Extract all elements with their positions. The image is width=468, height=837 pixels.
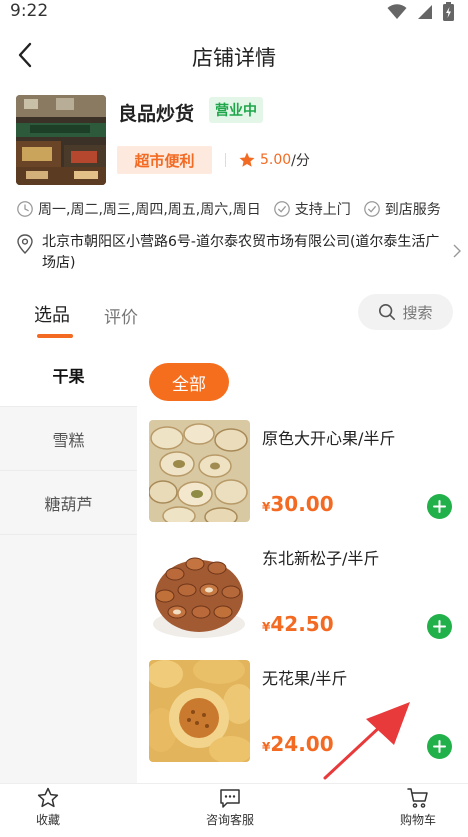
tab-products[interactable]: 选品 <box>34 301 70 327</box>
category-sidebar: 干果 雪糕 糖葫芦 <box>0 343 137 783</box>
sidebar-item-dried-fruit[interactable]: 干果 <box>0 343 137 407</box>
product-name: 原色大开心果/半斤 <box>262 429 396 448</box>
search-icon <box>379 303 396 321</box>
wifi-icon <box>387 3 407 19</box>
divider <box>225 153 226 167</box>
sidebar-item-candied-haws[interactable]: 糖葫芦 <box>0 471 137 535</box>
star-outline-icon <box>37 787 59 808</box>
price-value: 30.00 <box>270 492 334 516</box>
rating: 5.00 /分 <box>238 150 310 170</box>
customer-service-label: 咨询客服 <box>205 813 254 827</box>
cart-label: 购物车 <box>399 813 436 827</box>
add-to-cart-button[interactable] <box>427 734 452 759</box>
service-home: 支持上门 <box>273 199 351 219</box>
customer-service-button[interactable]: 咨询客服 <box>190 786 270 828</box>
sidebar-item-ice-cream[interactable]: 雪糕 <box>0 407 137 471</box>
product-price: ¥30.00 <box>262 492 334 516</box>
service-store: 到店服务 <box>363 199 441 219</box>
product-name: 无花果/半斤 <box>262 669 348 688</box>
product-price: ¥24.00 <box>262 732 334 756</box>
signal-icon <box>418 4 432 19</box>
address-text: 北京市朝阳区小营路6号-道尔泰农贸市场有限公司(道尔泰生活广场店) <box>42 234 440 271</box>
nav-bar: 店铺详情 <box>0 30 468 80</box>
store-name: 良品炒货 <box>118 103 195 125</box>
tab-reviews[interactable]: 评价 <box>104 303 138 328</box>
product-name: 东北新松子/半斤 <box>262 549 380 568</box>
price-value: 42.50 <box>270 612 334 636</box>
add-to-cart-button[interactable] <box>427 494 452 519</box>
tab-indicator <box>37 334 73 338</box>
product-price: ¥42.50 <box>262 612 334 636</box>
check-circle-icon <box>273 201 290 217</box>
favorite-label: 收藏 <box>35 813 60 827</box>
product-item[interactable]: 无花果/半斤 ¥24.00 <box>149 660 459 762</box>
product-image-pistachio <box>149 420 250 522</box>
search-button[interactable]: 搜索 <box>358 294 453 330</box>
store-info-row: 周一,周二,周三,周四,周五,周六,周日 支持上门 到店服务 <box>16 198 466 220</box>
plus-icon <box>433 740 446 753</box>
hours-text: 周一,周二,周三,周四,周五,周六,周日 <box>38 202 261 218</box>
clock-icon <box>17 201 33 217</box>
check-circle-icon <box>363 201 380 217</box>
chat-icon <box>220 789 240 808</box>
search-label: 搜索 <box>402 303 433 322</box>
page-title: 店铺详情 <box>192 46 276 70</box>
hours-info: 周一,周二,周三,周四,周五,周六,周日 <box>16 199 261 219</box>
plus-icon <box>433 500 446 513</box>
status-time: 9:22 <box>10 1 49 21</box>
status-bar: 9:22 <box>0 0 468 26</box>
service-home-label: 支持上门 <box>294 202 351 218</box>
category-tag: 超市便利 <box>117 146 212 174</box>
location-pin-icon <box>17 234 33 254</box>
bottom-bar: 收藏 咨询客服 购物车 <box>0 783 468 837</box>
star-icon <box>239 152 255 167</box>
rating-unit: /分 <box>291 153 310 169</box>
cart-icon <box>407 788 428 808</box>
service-store-label: 到店服务 <box>384 202 441 218</box>
product-item[interactable]: 原色大开心果/半斤 ¥30.00 <box>149 420 459 522</box>
rating-score: 5.00 <box>260 152 292 168</box>
price-value: 24.00 <box>270 732 334 756</box>
chevron-right-icon <box>453 244 461 258</box>
cart-button[interactable]: 购物车 <box>378 786 458 828</box>
status-icons <box>387 2 454 21</box>
favorite-button[interactable]: 收藏 <box>8 786 88 828</box>
add-to-cart-button[interactable] <box>427 614 452 639</box>
product-image-fig <box>149 660 250 762</box>
status-badge: 营业中 <box>209 97 263 123</box>
store-photo <box>16 95 106 185</box>
battery-icon <box>443 2 454 21</box>
filter-all-chip[interactable]: 全部 <box>149 363 229 401</box>
product-image-pine-nut <box>149 540 250 642</box>
plus-icon <box>433 620 446 633</box>
product-item[interactable]: 东北新松子/半斤 ¥42.50 <box>149 540 459 642</box>
